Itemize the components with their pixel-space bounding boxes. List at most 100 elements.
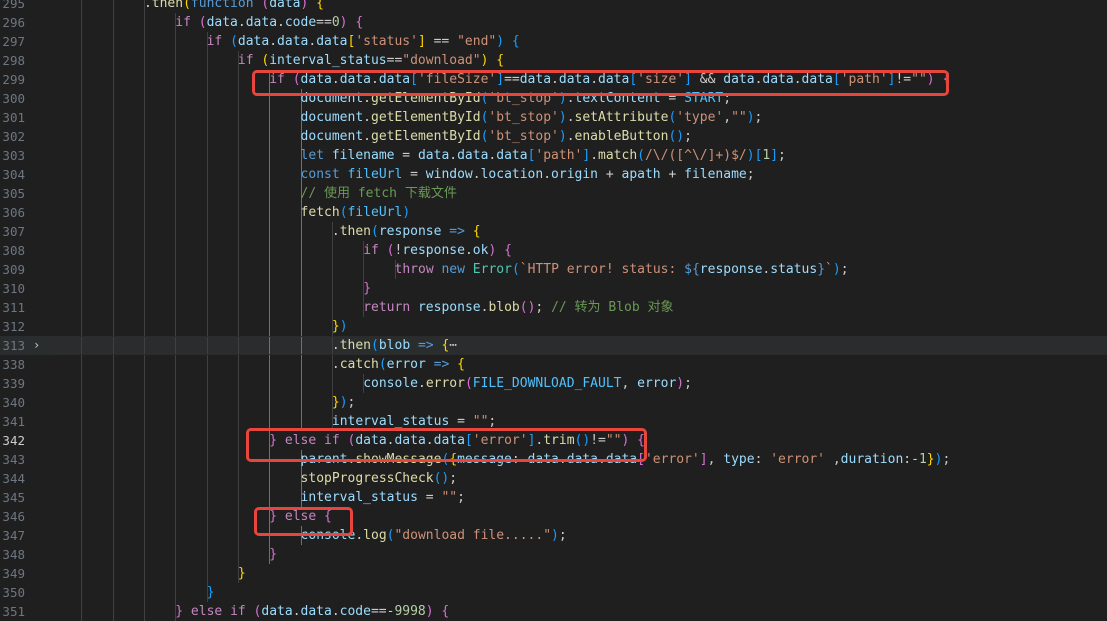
- code-text[interactable]: }): [332, 317, 348, 336]
- code-token: data: [433, 433, 465, 448]
- code-text[interactable]: } else {: [269, 507, 332, 526]
- code-text[interactable]: return response.blob(); // 转为 Blob 对象: [363, 298, 673, 317]
- indent-guide: [112, 51, 114, 70]
- code-text[interactable]: document.getElementById('bt_stop').enabl…: [301, 127, 692, 146]
- indent-guide: [81, 545, 83, 564]
- code-text[interactable]: } else if (data.data.data['error'].trim(…: [269, 431, 645, 450]
- code-line[interactable]: 351 } else if (data.data.code==-9998) {: [0, 602, 1107, 621]
- code-text[interactable]: }: [269, 545, 277, 564]
- code-text[interactable]: console.error(FILE_DOWNLOAD_FAULT, error…: [363, 374, 692, 393]
- code-text[interactable]: stopProgressCheck();: [301, 469, 458, 488]
- code-line[interactable]: 312}): [0, 317, 1107, 336]
- code-line[interactable]: 350}: [0, 583, 1107, 602]
- code-text[interactable]: throw new Error(`HTTP error! status: ${r…: [395, 260, 849, 279]
- code-line[interactable]: 341 interval_status = "";: [0, 412, 1107, 431]
- code-line[interactable]: 349}: [0, 564, 1107, 583]
- indent-guide: [143, 203, 145, 222]
- indent-guide: [143, 412, 145, 431]
- code-text[interactable]: }: [238, 564, 246, 583]
- code-line[interactable]: 307 .then(response => {: [0, 222, 1107, 241]
- code-token: // 转为 Blob 对象: [551, 300, 674, 315]
- code-line[interactable]: 348}: [0, 545, 1107, 564]
- indent-guide: [175, 260, 177, 279]
- code-line[interactable]: 311 return response.blob(); // 转为 Blob 对象: [0, 298, 1107, 317]
- code-line[interactable]: 310}: [0, 279, 1107, 298]
- code-line[interactable]: 313 › .then(blob => {⋯: [0, 336, 1107, 355]
- code-line[interactable]: 343 parent.showMessage({message: data.dat…: [0, 450, 1107, 469]
- indent-guide: [237, 469, 239, 488]
- code-line[interactable]: 299 if (data.data.data['fileSize']==data.…: [0, 70, 1107, 89]
- code-line[interactable]: 302 document.getElementById('bt_stop').en…: [0, 127, 1107, 146]
- code-text[interactable]: document.getElementById('bt_stop').setAt…: [301, 108, 763, 127]
- code-text[interactable]: let filename = data.data.data['path'].ma…: [301, 146, 786, 165]
- code-token: :-: [903, 452, 919, 467]
- indent-guide: [143, 583, 145, 602]
- code-token: blob: [488, 300, 520, 315]
- code-line[interactable]: 305 // 使用 fetch 下载文件: [0, 184, 1107, 203]
- indent-guide: [175, 279, 177, 298]
- code-line[interactable]: 298 if (interval_status=="download") {: [0, 51, 1107, 70]
- code-token: {: [472, 224, 481, 239]
- code-line[interactable]: 345 interval_status = "";: [0, 488, 1107, 507]
- code-text[interactable]: }: [363, 279, 371, 298]
- code-text[interactable]: .then(blob => {⋯: [332, 336, 457, 355]
- code-line[interactable]: 338 .catch(error => {: [0, 355, 1107, 374]
- code-line[interactable]: 295 .then(function (data) {: [0, 0, 1107, 13]
- indent-guide: [112, 89, 114, 108]
- code-text[interactable]: document.getElementById('bt_stop').textC…: [301, 89, 732, 108]
- code-token: &&: [691, 72, 724, 87]
- code-text[interactable]: if (!response.ok) {: [363, 241, 512, 260]
- code-text[interactable]: if (interval_status=="download") {: [238, 51, 504, 70]
- line-number: 351: [2, 604, 25, 619]
- code-text[interactable]: fetch(fileUrl): [301, 203, 411, 222]
- indent-guide: [143, 526, 145, 545]
- code-token: .: [143, 0, 152, 11]
- line-number: 297: [2, 34, 25, 49]
- code-line[interactable]: 303 let filename = data.data.data['path']…: [0, 146, 1107, 165]
- indent-guide: [237, 241, 239, 260]
- code-line[interactable]: 296 if (data.data.code==0) {: [0, 13, 1107, 32]
- code-line[interactable]: 347 console.log("download file.....");: [0, 526, 1107, 545]
- code-text[interactable]: interval_status = "";: [301, 488, 465, 507]
- indent-guide: [206, 488, 208, 507]
- code-text[interactable]: .then(function (data) {: [144, 0, 324, 13]
- indent-guide: [269, 393, 271, 412]
- code-token: .: [331, 357, 340, 372]
- code-token: {: [324, 509, 332, 524]
- code-text[interactable]: // 使用 fetch 下载文件: [301, 184, 457, 203]
- code-token: data: [519, 72, 552, 87]
- code-line[interactable]: 340});: [0, 393, 1107, 412]
- code-line[interactable]: 306 fetch(fileUrl): [0, 203, 1107, 222]
- code-text[interactable]: });: [332, 393, 355, 412]
- code-token: ;: [754, 110, 763, 125]
- code-text[interactable]: .catch(error => {: [332, 355, 465, 374]
- code-text[interactable]: console.log("download file.....");: [301, 526, 567, 545]
- code-line[interactable]: 300 document.getElementById('bt_stop').te…: [0, 89, 1107, 108]
- code-token: data: [355, 433, 387, 448]
- code-text[interactable]: }: [207, 583, 215, 602]
- code-text[interactable]: const fileUrl = window.location.origin +…: [301, 165, 755, 184]
- code-text[interactable]: parent.showMessage({message: data.data.d…: [301, 450, 951, 469]
- code-text[interactable]: } else if (data.data.code==-9998) {: [175, 602, 449, 621]
- code-line[interactable]: 342} else if (data.data.data['error'].tr…: [0, 431, 1107, 450]
- code-text[interactable]: if (data.data.data['fileSize']==data.dat…: [269, 70, 950, 89]
- code-text[interactable]: if (data.data.code==0) {: [175, 13, 363, 32]
- code-text[interactable]: if (data.data.data['status'] == "end") {: [207, 32, 520, 51]
- code-line[interactable]: 344 stopProgressCheck();: [0, 469, 1107, 488]
- code-editor[interactable]: 295 .then(function (data) {296 if (data.da…: [0, 0, 1107, 621]
- indent-guide: [206, 241, 208, 260]
- code-line[interactable]: 297 if (data.data.data['status'] == "end"…: [0, 32, 1107, 51]
- code-line[interactable]: 309 throw new Error(`HTTP error! status: …: [0, 260, 1107, 279]
- code-text[interactable]: interval_status = "";: [332, 412, 496, 431]
- code-line[interactable]: 339 console.error(FILE_DOWNLOAD_FAULT, er…: [0, 374, 1107, 393]
- code-text[interactable]: .then(response => {: [332, 222, 481, 241]
- code-line[interactable]: 301 document.getElementById('bt_stop').se…: [0, 108, 1107, 127]
- code-token: document: [300, 129, 364, 144]
- code-line[interactable]: 346} else {: [0, 507, 1107, 526]
- indent-guide: [175, 32, 177, 51]
- fold-chevron-icon[interactable]: ›: [33, 336, 40, 355]
- indent-guide: [206, 203, 208, 222]
- code-line[interactable]: 304 const fileUrl = window.location.origi…: [0, 165, 1107, 184]
- code-line[interactable]: 308 if (!response.ok) {: [0, 241, 1107, 260]
- line-number: 303: [2, 148, 25, 163]
